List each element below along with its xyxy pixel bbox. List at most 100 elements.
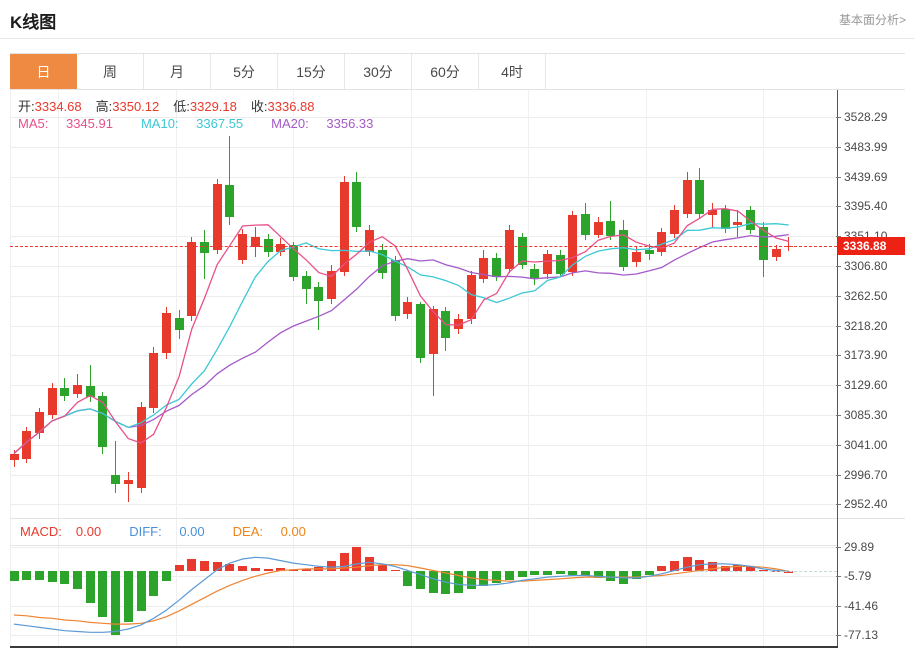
gridline <box>10 504 837 506</box>
macd-bar-positive <box>250 568 260 572</box>
open-label: 开: <box>18 99 35 114</box>
macd-bar-positive <box>657 566 667 572</box>
candle-up <box>123 479 133 484</box>
gridline <box>58 90 59 646</box>
axis-tick <box>836 266 841 267</box>
tab-60min[interactable]: 60分 <box>412 54 479 89</box>
axis-tick <box>836 474 841 476</box>
dea-value: DEA: 0.00 <box>232 524 306 539</box>
candle-down <box>415 304 425 358</box>
candle-down <box>352 182 362 227</box>
panel-divider <box>10 518 905 519</box>
axis-tick-label: -41.46 <box>844 598 879 613</box>
gridline <box>645 90 647 646</box>
candle-up <box>187 241 197 317</box>
candle-up <box>504 230 514 269</box>
gridline <box>763 90 764 646</box>
macd-bar-positive <box>669 561 679 572</box>
candle-down <box>225 185 235 217</box>
gridline <box>10 605 837 607</box>
candle-up <box>161 312 171 354</box>
candle-up <box>428 308 438 354</box>
candle-up <box>339 182 349 272</box>
axis-tick-label: -77.13 <box>844 627 879 642</box>
close-value: 3336.88 <box>267 99 315 114</box>
axis-tick-label: 3483.99 <box>844 139 888 154</box>
axis-tick <box>836 576 841 578</box>
axis-tick-label: 3262.50 <box>844 288 888 303</box>
candle-down <box>377 249 387 274</box>
candle-down <box>288 245 298 278</box>
candle-down <box>619 230 629 267</box>
candle-up <box>22 430 32 459</box>
candle-wick-up <box>788 236 790 251</box>
candle-down <box>746 210 756 231</box>
macd-bar-negative <box>123 571 133 623</box>
tab-15min[interactable]: 15分 <box>278 54 345 89</box>
macd-bar-positive <box>377 564 387 572</box>
current-price-badge: 3336.88 <box>838 236 905 255</box>
macd-bar-negative <box>60 571 70 584</box>
candle-up <box>593 222 603 235</box>
macd-bar-positive <box>212 562 222 572</box>
fundamental-analysis-link[interactable]: 基本面分析> <box>839 11 906 28</box>
macd-bar-negative <box>73 571 82 590</box>
gridline <box>10 474 837 476</box>
candle-up <box>631 251 641 262</box>
candle-up <box>542 254 552 274</box>
tab-day[interactable]: 日 <box>10 54 77 89</box>
macd-bar-negative <box>631 571 641 579</box>
macd-bar-positive <box>708 562 717 572</box>
axis-tick-label: 29.89 <box>844 539 875 554</box>
macd-bar-negative <box>441 571 451 595</box>
axis-tick <box>836 504 841 506</box>
tab-week[interactable]: 周 <box>77 54 144 89</box>
candle-down <box>644 249 654 255</box>
macd-bar-negative <box>415 571 425 590</box>
ohlc-legend: 开:3334.68 高:3350.12 低:3329.18 收:3336.88 <box>18 96 329 115</box>
macd-bar-negative <box>542 571 552 575</box>
gridline <box>10 546 837 548</box>
candle-up <box>47 387 57 415</box>
period-tab-bar: 日 周 月 5分 15分 30分 60分 4时 <box>10 53 905 90</box>
kline-widget: K线图 基本面分析> 日 周 月 5分 15分 30分 60分 4时 3528.… <box>0 0 914 650</box>
tab-30min[interactable]: 30分 <box>345 54 412 89</box>
axis-tick-label: 3528.29 <box>844 110 888 124</box>
macd-bar-negative <box>85 571 95 603</box>
macd-bar-negative <box>492 571 502 583</box>
candle-down <box>314 286 324 301</box>
axis-tick <box>836 176 841 178</box>
macd-bar-positive <box>225 563 235 572</box>
axis-tick <box>836 605 841 607</box>
candle-down <box>85 386 95 398</box>
macd-bar-negative <box>619 571 629 584</box>
axis-tick-label: 2996.70 <box>844 467 888 482</box>
axis-tick-label: 3439.69 <box>844 169 888 184</box>
candle-up <box>479 258 489 279</box>
macd-bar-negative <box>47 571 57 583</box>
axis-tick-label: 2952.40 <box>844 497 888 512</box>
macd-bar-positive <box>276 568 286 572</box>
macd-bar-negative <box>161 571 171 582</box>
macd-bar-negative <box>479 571 489 587</box>
macd-bar-positive <box>288 569 298 572</box>
divider <box>0 38 914 39</box>
macd-bar-positive <box>238 566 248 572</box>
candle-down <box>200 241 209 254</box>
candle-up <box>73 384 82 395</box>
gridline <box>10 176 837 178</box>
axis-tick <box>836 355 841 357</box>
macd-bar-negative <box>454 571 463 593</box>
ma-legend: MA5: 3345.91 MA10: 3367.55 MA20: 3356.33 <box>18 116 401 131</box>
macd-bar-positive <box>301 568 311 572</box>
gridline <box>10 295 837 297</box>
candle-wick-down <box>115 441 117 493</box>
axis-tick-label: -5.79 <box>844 569 872 584</box>
axis-tick <box>836 117 841 118</box>
tab-4hour[interactable]: 4时 <box>479 54 546 89</box>
macd-bar-negative <box>9 571 19 582</box>
macd-bar-negative <box>149 571 159 597</box>
gridline <box>10 415 837 416</box>
tab-month[interactable]: 月 <box>144 54 211 89</box>
tab-5min[interactable]: 5分 <box>211 54 278 89</box>
